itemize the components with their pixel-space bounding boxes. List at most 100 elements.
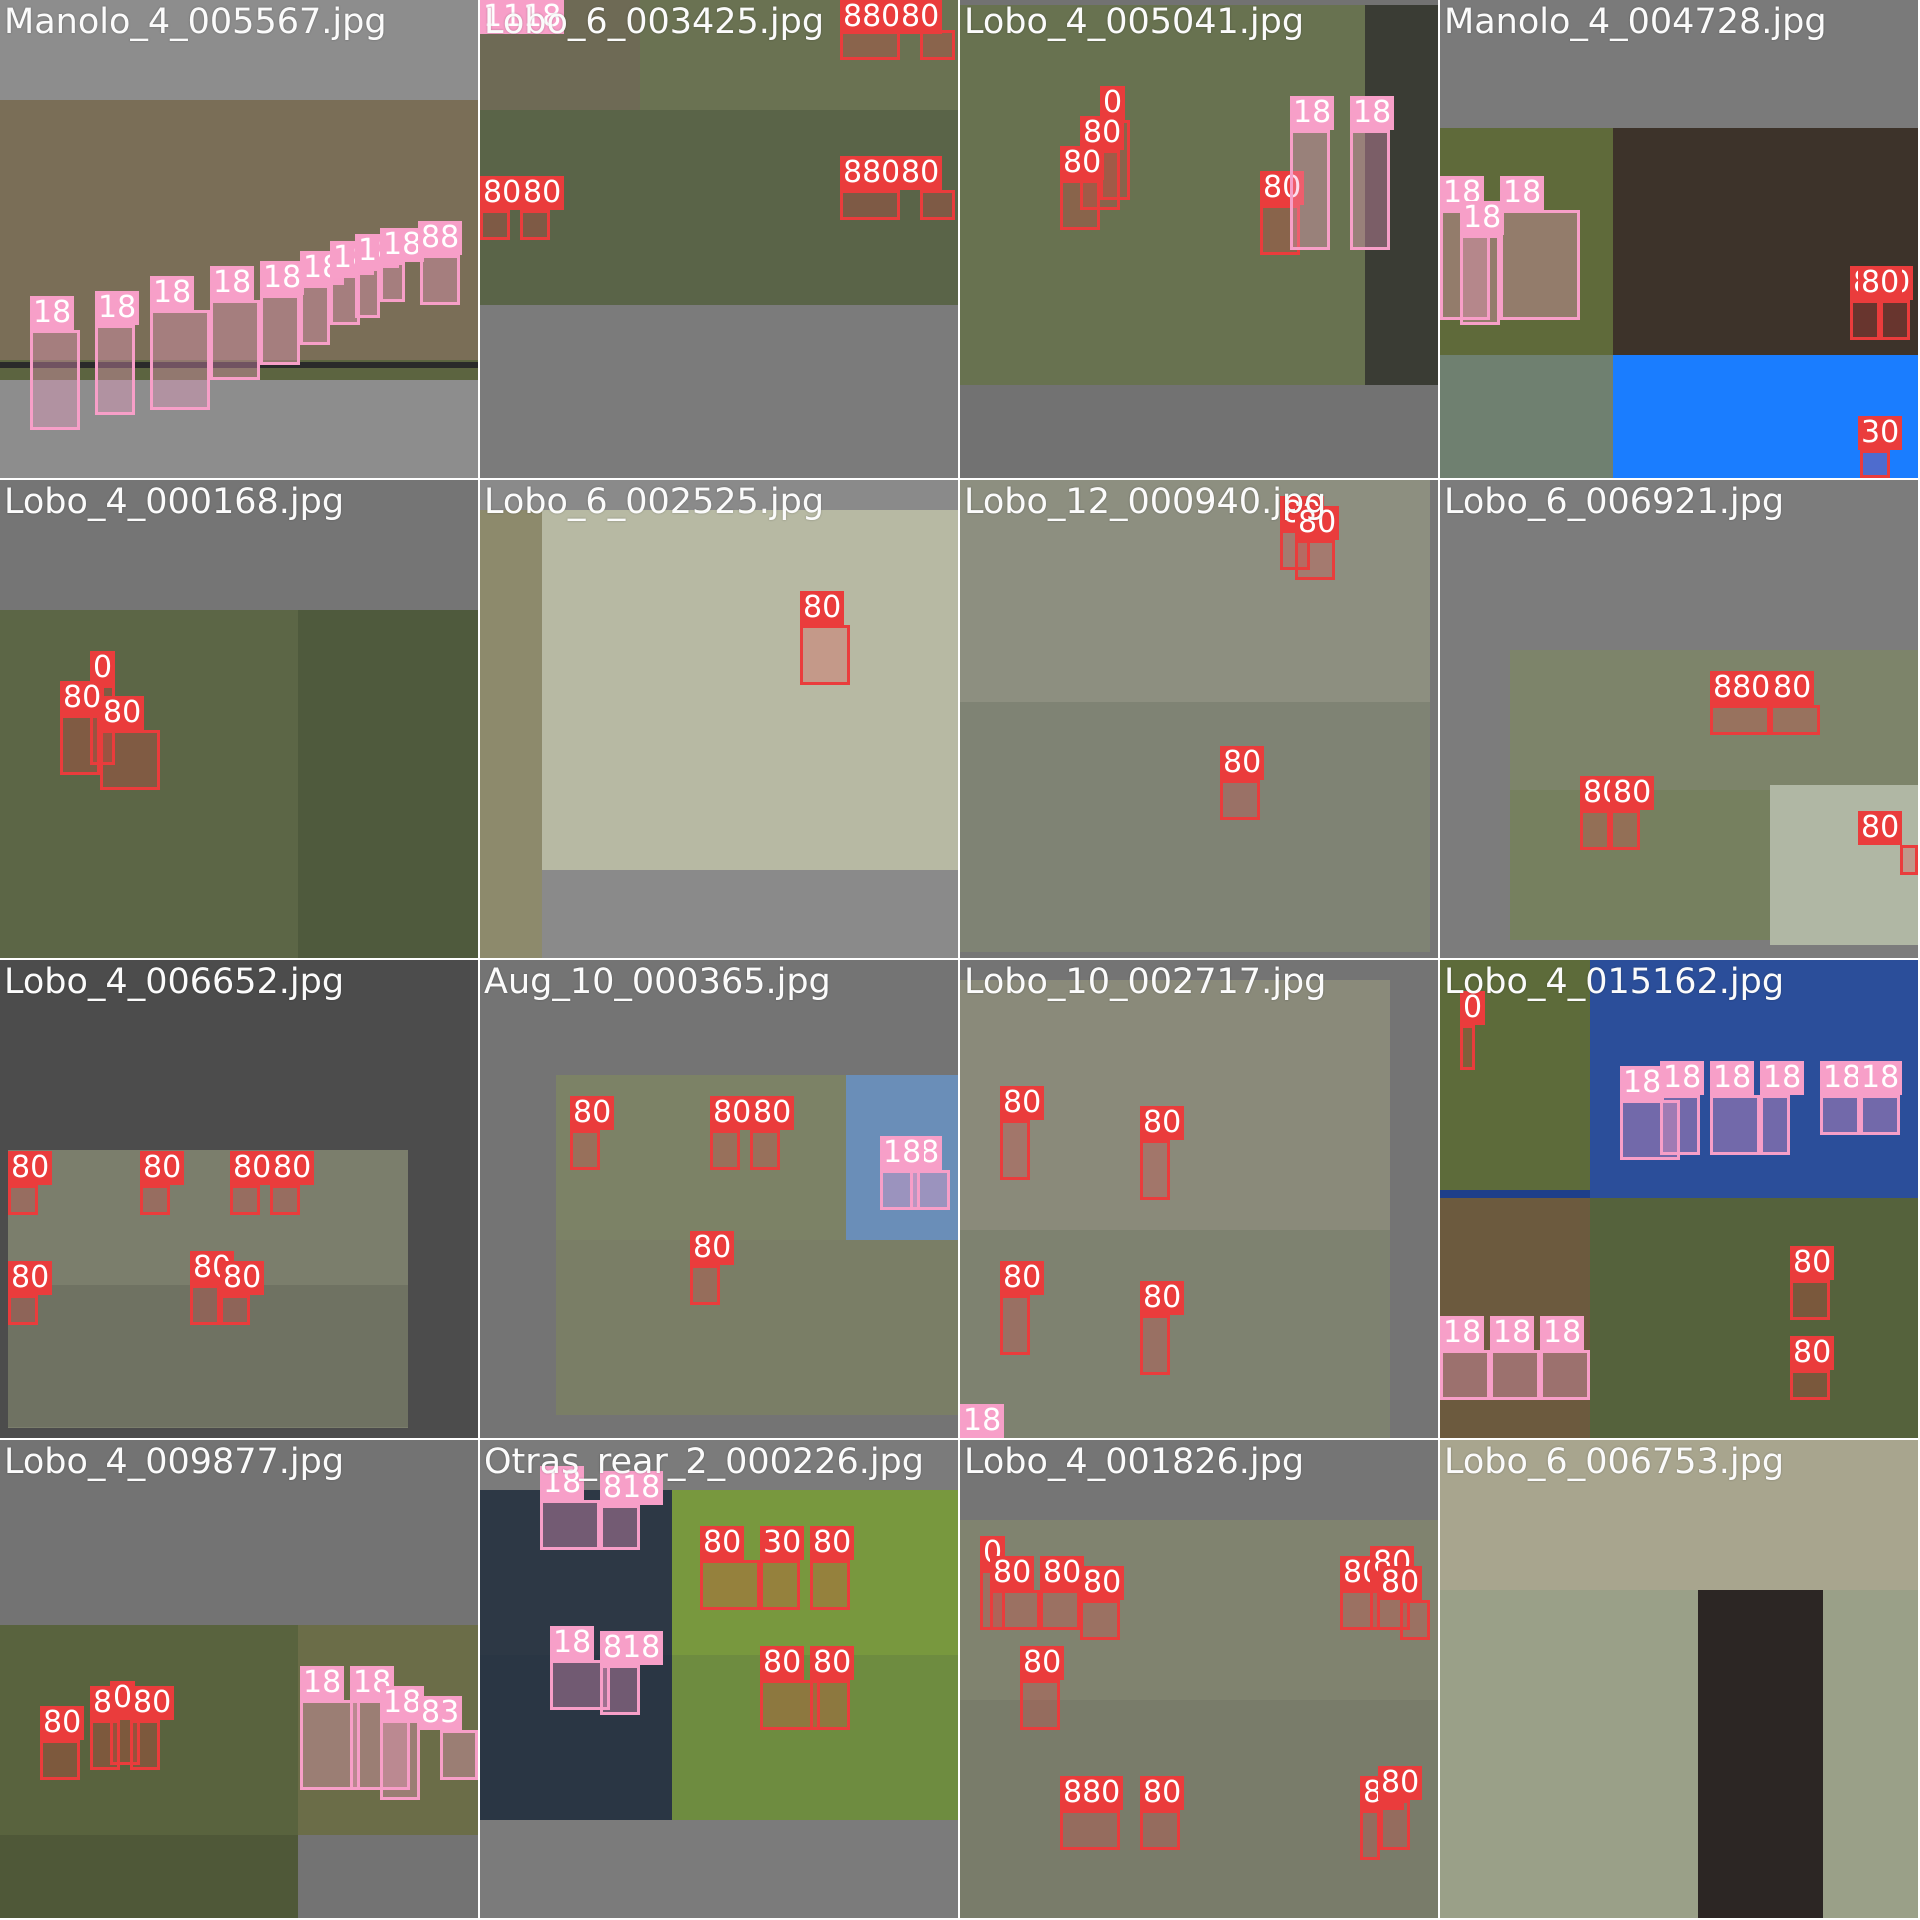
- detection-box-sheep: [1350, 130, 1390, 250]
- detection-box-sheep: [150, 310, 210, 410]
- detection-label: 80: [8, 1151, 53, 1185]
- photo-region: [1590, 1198, 1918, 1438]
- detection-label: 80: [1770, 671, 1815, 705]
- detection-label: 80: [40, 1706, 85, 1740]
- detection-label: 80: [800, 591, 845, 625]
- detection-label: 80: [898, 156, 943, 190]
- detection-label: 880: [840, 0, 904, 34]
- detection-box-wolf: [1790, 1280, 1830, 1320]
- detection-label: 18: [1760, 1061, 1805, 1095]
- detection-box-sheep: [95, 325, 135, 415]
- detection-box-wolf: [690, 1265, 720, 1305]
- detection-label: 80: [1080, 1566, 1125, 1600]
- detection-box-wolf: [1080, 1600, 1120, 1640]
- detection-label: 80: [1610, 776, 1655, 810]
- tile-filename: Manolo_4_004728.jpg: [1444, 2, 1827, 42]
- mosaic-photo: [960, 980, 1390, 1438]
- detection-box-sheep: [1760, 1095, 1790, 1155]
- detection-box-sheep: [30, 330, 80, 430]
- detection-box-wolf: [810, 1560, 850, 1610]
- detection-box-wolf: [520, 210, 550, 240]
- tile-filename: Lobo_6_002525.jpg: [484, 482, 825, 522]
- detection-label: 80: [1000, 1261, 1045, 1295]
- detection-box-wolf: [1900, 845, 1918, 875]
- detection-box-wolf: [800, 625, 850, 685]
- detection-box-wolf: [710, 1130, 740, 1170]
- detection-box-sheep: [355, 268, 380, 318]
- detection-box-wolf: [8, 1295, 38, 1325]
- detection-box-wolf: [1140, 1315, 1170, 1375]
- detection-label: 80: [1858, 811, 1903, 845]
- tile-filename: Lobo_4_009877.jpg: [4, 1442, 345, 1482]
- detection-label: 18: [1660, 1061, 1705, 1095]
- detection-box-wolf: [1360, 1810, 1380, 1860]
- mosaic-tile: 80 Lobo_6_002525.jpg: [480, 480, 958, 958]
- detection-label: 80: [810, 1646, 855, 1680]
- detection-box-sheep: [260, 295, 300, 365]
- detection-label: 80: [690, 1231, 735, 1265]
- detection-label: 18: [95, 291, 140, 325]
- detection-label: 18: [1460, 201, 1505, 235]
- detection-box-sheep: [380, 1720, 420, 1800]
- detection-box-sheep: [1440, 1350, 1490, 1400]
- detection-label: 80: [760, 1646, 805, 1680]
- detection-label: 80: [570, 1096, 615, 1130]
- photo-region: [542, 510, 958, 870]
- tile-filename: Lobo_6_006921.jpg: [1444, 482, 1785, 522]
- tile-filename: Lobo_4_006652.jpg: [4, 962, 345, 1002]
- detection-box-wolf: [1295, 540, 1335, 580]
- detection-label: 818: [600, 1631, 664, 1665]
- detection-box-sheep: [1710, 1095, 1760, 1155]
- photo-region: [1770, 785, 1918, 945]
- mosaic-grid: 18 18 18 18 18 18 18 18 18 88 Manolo_4_005567.jpg 1…: [0, 0, 1920, 1920]
- detection-label: 80: [1220, 746, 1265, 780]
- detection-box-wolf: [920, 190, 955, 220]
- detection-label: 80: [520, 176, 565, 210]
- detection-box-sheep: [440, 1730, 478, 1780]
- detection-label: 80: [1140, 1106, 1185, 1140]
- detection-label: 30: [760, 1526, 805, 1560]
- detection-label: 18: [1858, 1061, 1903, 1095]
- detection-label: 18: [210, 266, 255, 300]
- mosaic-tile: 1818188008030Manolo_4_004728.jpg: [1440, 0, 1918, 478]
- detection-label: 80: [1000, 1086, 1045, 1120]
- mosaic-tile: 0 18 18 18 18 18 18 80 18 18 18 80 Lobo_4_015162.jpg: [1440, 960, 1918, 1438]
- detection-label: 80: [1378, 1766, 1423, 1800]
- detection-label: 80: [60, 681, 105, 715]
- detection-box-sheep: [1860, 1095, 1900, 1135]
- detection-label: 18: [300, 1666, 345, 1700]
- tile-filename: Lobo_4_001826.jpg: [964, 1442, 1305, 1482]
- detection-box-wolf: [700, 1560, 760, 1610]
- detection-box-wolf: [480, 210, 510, 240]
- detection-box-wolf: [8, 1185, 38, 1215]
- photo-region: [1440, 355, 1613, 478]
- mosaic-photo: [960, 480, 1430, 952]
- detection-box-wolf: [1040, 1590, 1080, 1630]
- detection-box-wolf: [100, 730, 160, 790]
- mosaic-photo: [1440, 1440, 1918, 1918]
- detection-box-sheep: [420, 255, 460, 305]
- mosaic-tile: 808080181880Aug_10_000365.jpg: [480, 960, 958, 1438]
- detection-label: 88: [418, 221, 463, 255]
- detection-label: 18: [880, 1136, 925, 1170]
- detection-box-wolf: [1850, 300, 1880, 340]
- detection-box-wolf: [1580, 810, 1610, 850]
- detection-box-wolf: [840, 30, 900, 60]
- detection-box-wolf: [1060, 1810, 1120, 1850]
- detection-label: 80: [700, 1526, 745, 1560]
- photo-region: [556, 1240, 958, 1415]
- detection-label: 80: [1790, 1336, 1835, 1370]
- detection-label: 80: [1858, 266, 1903, 300]
- detection-box-sheep: [1500, 210, 1580, 320]
- mosaic-tile: 18 18 18 18 18 18 18 18 18 88 Manolo_4_005567.jpg: [0, 0, 478, 478]
- photo-region: [960, 702, 1430, 952]
- mosaic-photo: [1510, 650, 1918, 945]
- detection-box-wolf: [1140, 1140, 1170, 1200]
- detection-label: 80: [1378, 1566, 1423, 1600]
- detection-box-wolf: [840, 190, 900, 220]
- detection-box-sheep: [540, 1500, 600, 1550]
- detection-label: 80: [1140, 1281, 1185, 1315]
- mosaic-tile: 80 80 80 80 18 Lobo_10_002717.jpg: [960, 960, 1438, 1438]
- detection-label: 18: [1710, 1061, 1755, 1095]
- detection-box-wolf: [810, 1680, 850, 1730]
